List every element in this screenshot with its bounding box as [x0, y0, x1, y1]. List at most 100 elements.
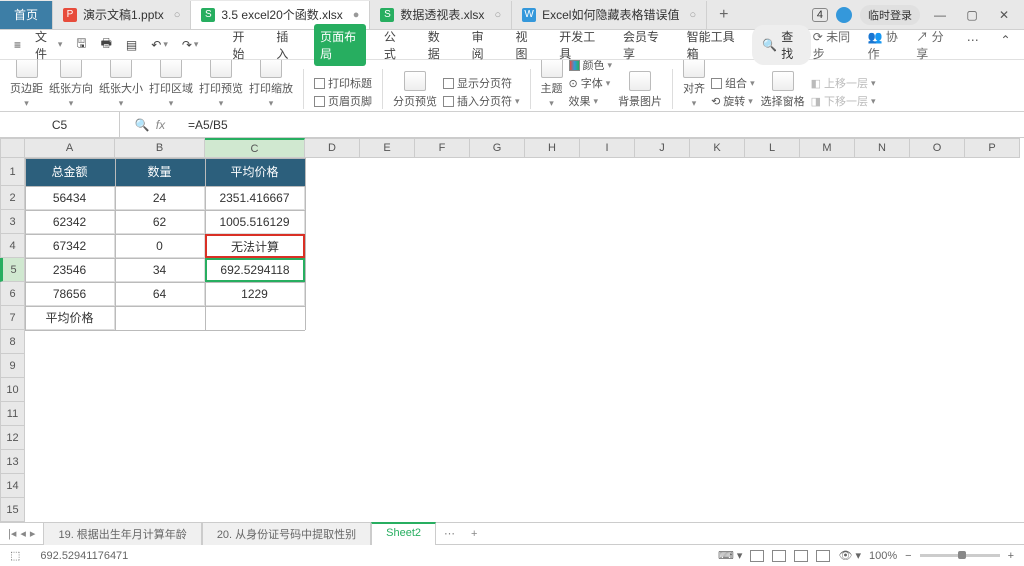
view-eye-icon[interactable]: 👁 ▾: [838, 549, 861, 562]
qat-preview-icon[interactable]: ▤: [120, 33, 143, 57]
qat-save-icon[interactable]: 🖫: [70, 33, 92, 57]
theme-fonts-button[interactable]: ⊙ 字体: [569, 75, 613, 91]
qat-print-icon[interactable]: 🖶: [95, 33, 118, 57]
theme-colors-button[interactable]: 颜色: [569, 60, 613, 73]
selection-pane-button[interactable]: 选择窗格: [761, 71, 805, 109]
row-header[interactable]: 8: [0, 330, 25, 354]
cell[interactable]: 78656: [25, 282, 115, 306]
menu-tab[interactable]: 视图: [509, 24, 541, 66]
select-all-corner[interactable]: [0, 138, 25, 158]
fx-button[interactable]: fx: [156, 118, 165, 132]
close-icon[interactable]: ✕: [992, 3, 1016, 27]
menu-tab[interactable]: 页面布局: [314, 24, 366, 66]
row-header[interactable]: 13: [0, 450, 25, 474]
row-header[interactable]: 10: [0, 378, 25, 402]
minimize-icon[interactable]: —: [928, 3, 952, 27]
qat-redo-icon[interactable]: ↷: [176, 33, 205, 57]
sheet-more-icon[interactable]: ⋯: [436, 527, 463, 540]
column-header[interactable]: D: [305, 138, 360, 158]
view-read-icon[interactable]: [816, 550, 830, 562]
view-pagebreak-icon[interactable]: [772, 550, 786, 562]
ribbon-button[interactable]: 纸张大小: [99, 60, 143, 109]
spreadsheet-grid[interactable]: ABCDEFGHIJKLMNOP 12345678910111213141516…: [0, 138, 1024, 522]
tab-close-icon[interactable]: ○: [689, 9, 696, 21]
zoom-out-icon[interactable]: −: [905, 550, 911, 562]
column-header[interactable]: L: [745, 138, 800, 158]
column-header[interactable]: A: [25, 138, 115, 158]
qat-undo-icon[interactable]: ↶: [145, 33, 174, 57]
ribbon-button[interactable]: 纸张方向: [49, 60, 93, 109]
menu-tab[interactable]: 公式: [378, 24, 410, 66]
print-titles-button[interactable]: 打印标题: [314, 75, 372, 91]
menu-tab[interactable]: 会员专享: [617, 24, 669, 66]
cell[interactable]: 62342: [25, 210, 115, 234]
tab-close-icon[interactable]: ●: [353, 9, 360, 21]
doc-tab[interactable]: P演示文稿1.pptx○: [53, 1, 191, 29]
view-normal-icon[interactable]: [750, 550, 764, 562]
find-button[interactable]: 🔍查找: [752, 25, 810, 65]
row-header[interactable]: 6: [0, 282, 25, 306]
column-header[interactable]: I: [580, 138, 635, 158]
column-header[interactable]: O: [910, 138, 965, 158]
avatar-icon[interactable]: [836, 7, 852, 23]
sheet-add-icon[interactable]: +: [463, 528, 485, 540]
cell[interactable]: 23546: [25, 258, 115, 282]
row-header[interactable]: 5: [0, 258, 25, 282]
row-header[interactable]: 12: [0, 426, 25, 450]
tab-close-icon[interactable]: ○: [174, 9, 181, 21]
table-header-cell[interactable]: 总金额: [25, 158, 115, 186]
name-box[interactable]: C5: [0, 112, 120, 137]
column-header[interactable]: N: [855, 138, 910, 158]
background-image-button[interactable]: 背景图片: [618, 71, 662, 109]
column-header[interactable]: P: [965, 138, 1020, 158]
maximize-icon[interactable]: ▢: [960, 3, 984, 27]
cell[interactable]: 56434: [25, 186, 115, 210]
zoom-slider[interactable]: [920, 554, 1000, 557]
insert-page-break-button[interactable]: 插入分页符: [443, 93, 520, 109]
zoom-in-icon[interactable]: +: [1008, 550, 1014, 562]
sheet-nav-first-icon[interactable]: |◂: [8, 527, 16, 540]
tab-close-icon[interactable]: ○: [494, 9, 501, 21]
sheet-nav-next-icon[interactable]: ▸: [30, 527, 36, 540]
cell[interactable]: 0: [115, 234, 205, 258]
cell[interactable]: 67342: [25, 234, 115, 258]
column-header[interactable]: K: [690, 138, 745, 158]
sheet-tab[interactable]: 20. 从身份证号码中提取性别: [202, 522, 371, 545]
ribbon-button[interactable]: 打印区域: [149, 60, 193, 109]
cell[interactable]: 1005.516129: [205, 210, 305, 234]
row-header[interactable]: 9: [0, 354, 25, 378]
collapse-ribbon-icon[interactable]: ⌃: [995, 28, 1016, 52]
cell[interactable]: 1229: [205, 282, 305, 306]
show-page-breaks-button[interactable]: 显示分页符: [443, 75, 520, 91]
column-header[interactable]: H: [525, 138, 580, 158]
collab-button[interactable]: 👥 协作: [868, 28, 905, 62]
header-footer-button[interactable]: 页眉页脚: [314, 93, 372, 109]
row-header[interactable]: 1: [0, 158, 25, 186]
cell[interactable]: 64: [115, 282, 205, 306]
app-menu-icon[interactable]: ≡: [8, 33, 27, 57]
cell[interactable]: 无法计算: [205, 234, 305, 258]
cell[interactable]: 24: [115, 186, 205, 210]
row-header[interactable]: 3: [0, 210, 25, 234]
theme-button[interactable]: 主题: [541, 60, 563, 109]
row-header[interactable]: 14: [0, 474, 25, 498]
sheet-nav-prev-icon[interactable]: ◂: [20, 527, 26, 540]
group-button[interactable]: 组合: [711, 75, 755, 91]
cell[interactable]: 2351.416667: [205, 186, 305, 210]
share-button[interactable]: ↗ 分享: [916, 28, 950, 62]
cell[interactable]: 62: [115, 210, 205, 234]
sheet-tab[interactable]: Sheet2: [371, 522, 436, 545]
table-header-cell[interactable]: 平均价格: [205, 158, 305, 186]
menu-tab[interactable]: 数据: [422, 24, 454, 66]
row-header[interactable]: 11: [0, 402, 25, 426]
record-macro-icon[interactable]: ⬚: [10, 549, 20, 562]
cell[interactable]: 34: [115, 258, 205, 282]
cell[interactable]: 692.5294118: [205, 258, 305, 282]
sheet-tab[interactable]: 19. 根据出生年月计算年龄: [43, 522, 201, 545]
column-header[interactable]: F: [415, 138, 470, 158]
ribbon-button[interactable]: 打印缩放: [249, 60, 293, 109]
row-header[interactable]: 15: [0, 498, 25, 522]
cell[interactable]: 平均价格: [25, 306, 115, 330]
formula-input[interactable]: =A5/B5: [180, 118, 1024, 132]
table-header-cell[interactable]: 数量: [115, 158, 205, 186]
